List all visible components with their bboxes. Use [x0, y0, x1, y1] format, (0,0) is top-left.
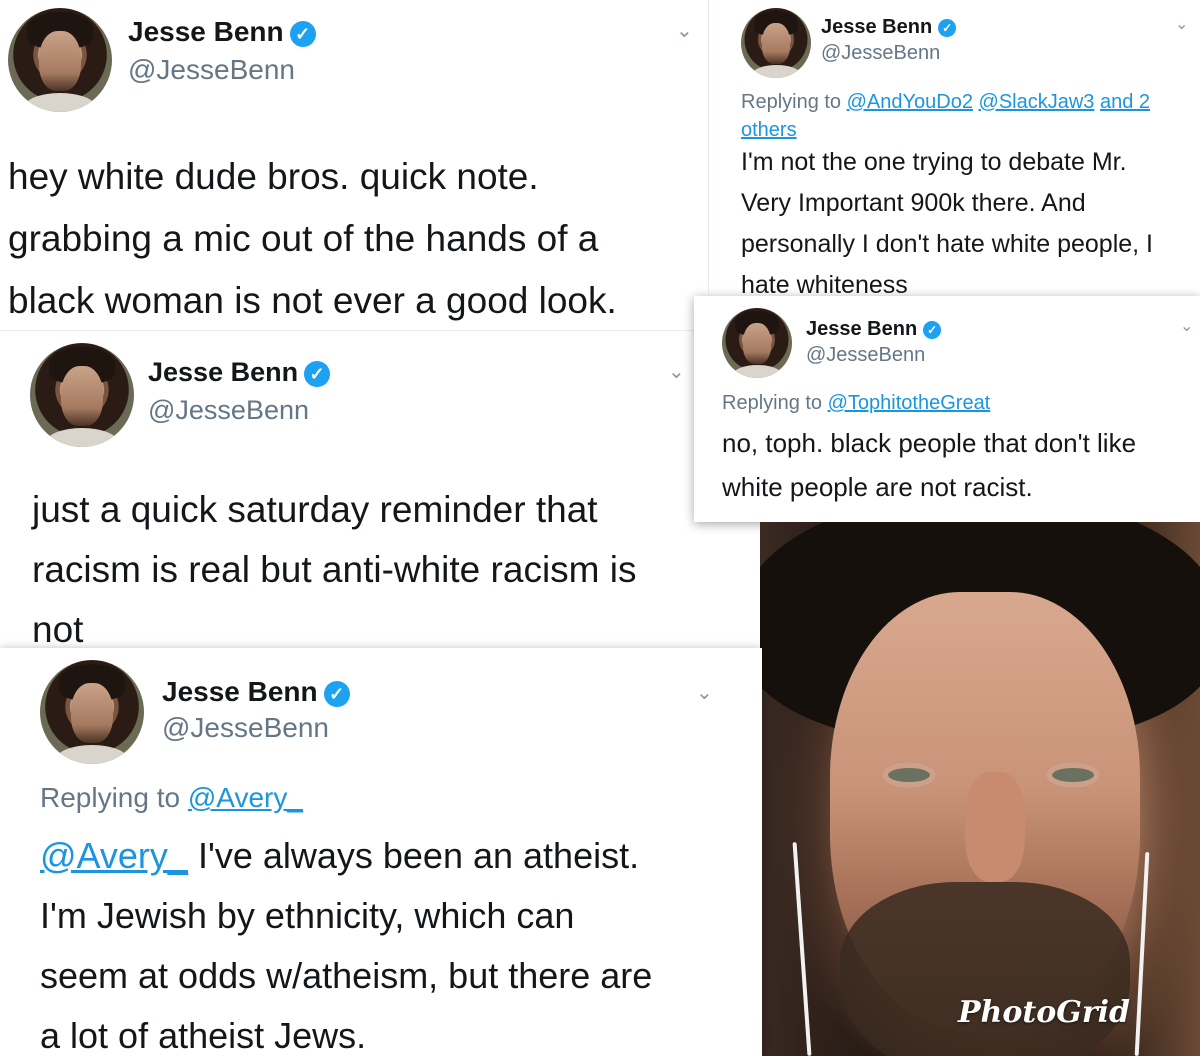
display-name[interactable]: Jesse Benn ✓ [821, 16, 957, 39]
avatar[interactable] [722, 308, 792, 378]
replying-to: Replying to @AndYouDo2 @SlackJaw3 and 2 … [741, 91, 1151, 141]
photogrid-watermark: PhotoGrid [957, 995, 1130, 1030]
avatar[interactable] [741, 8, 811, 78]
verified-badge-icon: ✓ [323, 680, 350, 707]
replying-to: Replying to @TophitotheGreat [722, 392, 991, 414]
avatar[interactable] [40, 660, 144, 764]
display-name[interactable]: Jesse Benn ✓ [148, 357, 331, 388]
display-name[interactable]: Jesse Benn ✓ [806, 318, 942, 341]
display-name[interactable]: Jesse Benn ✓ [128, 16, 316, 48]
avatar[interactable] [8, 8, 112, 112]
verified-badge-icon: ✓ [304, 360, 331, 387]
replying-to: Replying to @Avery_ [40, 782, 303, 813]
avatar[interactable] [30, 343, 134, 447]
tweet-text: I'm not the one trying to debate Mr. Ver… [741, 148, 1153, 295]
display-name[interactable]: Jesse Benn ✓ [162, 676, 350, 708]
user-handle[interactable]: @JesseBenn [128, 54, 295, 86]
user-handle[interactable]: @JesseBenn [821, 42, 940, 65]
verified-badge-icon: ✓ [938, 18, 957, 37]
verified-badge-icon: ✓ [923, 320, 942, 339]
tweet-text: @Avery_ I've always been an atheist. I'm… [40, 835, 653, 1056]
chevron-down-icon[interactable]: ⌄ [696, 680, 713, 705]
tweet-card-3[interactable]: Jesse Benn ✓ @JesseBenn ⌄ just a quick sa… [0, 330, 730, 661]
chevron-down-icon[interactable]: ⌄ [1180, 316, 1193, 336]
reply-mention-link[interactable]: @SlackJaw3 [979, 91, 1095, 113]
user-handle[interactable]: @JesseBenn [148, 395, 309, 426]
tweet-card-5[interactable]: Jesse Benn ✓ @JesseBenn ⌄ Replying to @Av… [0, 648, 762, 1056]
user-handle[interactable]: @JesseBenn [806, 344, 925, 367]
tweet-text: no, toph. black people that don't like w… [722, 428, 1137, 502]
tweet-text: hey white dude bros. quick note. grabbin… [8, 156, 617, 321]
mention-link[interactable]: @Avery_ [40, 835, 188, 876]
tweet-card-1[interactable]: Jesse Benn ✓ @JesseBenn ⌄ hey white dude … [0, 0, 706, 330]
eye-right [1046, 762, 1100, 788]
reply-mention-link[interactable]: @Avery_ [188, 782, 303, 813]
selfie-photo: PhotoGrid [760, 522, 1200, 1056]
reply-others-link[interactable]: and 2 [1100, 91, 1150, 113]
reply-mention-link[interactable]: @TophitotheGreat [828, 392, 991, 414]
eye-left [882, 762, 936, 788]
reply-mention-link[interactable]: @AndYouDo2 [847, 91, 973, 113]
tweet-card-2[interactable]: Jesse Benn ✓ @JesseBenn ⌄ Replying to @An… [708, 0, 1200, 294]
reply-others-link[interactable]: others [741, 119, 797, 141]
verified-badge-icon: ✓ [289, 20, 316, 47]
tweet-text: just a quick saturday reminder that raci… [32, 489, 637, 650]
chevron-down-icon[interactable]: ⌄ [1175, 14, 1188, 34]
user-handle[interactable]: @JesseBenn [162, 712, 329, 744]
chevron-down-icon[interactable]: ⌄ [676, 18, 693, 43]
tweet-card-4[interactable]: Jesse Benn ✓ @JesseBenn ⌄ Replying to @To… [694, 296, 1200, 522]
chevron-down-icon[interactable]: ⌄ [668, 359, 685, 384]
